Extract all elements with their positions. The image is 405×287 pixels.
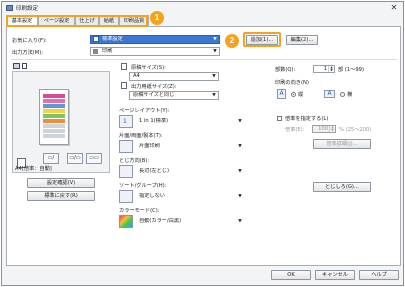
- window-title: 印刷設定: [16, 6, 39, 12]
- confirm-settings-button[interactable]: 設定確認(V): [27, 178, 95, 188]
- scaling-stepper[interactable]: 100 ▲ ▼: [312, 125, 336, 133]
- chevron-down-icon: ▼: [213, 37, 217, 42]
- scaling-checkbox[interactable]: [277, 116, 282, 121]
- chevron-down-icon: ▼: [238, 119, 242, 124]
- tab-finishing[interactable]: 仕上げ: [75, 15, 99, 26]
- close-icon[interactable]: ✕: [388, 3, 400, 12]
- favorite-label: お気に入り(F):: [12, 38, 47, 44]
- portrait-icon: A: [277, 89, 286, 99]
- binding-margin-button[interactable]: とじしろ(G)...: [313, 182, 371, 192]
- sort-value: 指定しない: [139, 193, 165, 199]
- chevron-down-icon: ▼: [212, 93, 216, 98]
- tab-paper-source[interactable]: 給紙: [99, 15, 119, 26]
- color-mode-label: カラーモード(C):: [119, 208, 160, 214]
- layout-1-icon[interactable]: ▭/: [43, 153, 59, 164]
- ok-button[interactable]: OK: [271, 270, 311, 280]
- printer-icon: [6, 5, 13, 11]
- binding-icon: [119, 165, 133, 178]
- print-icon: [93, 49, 98, 54]
- copies-stepper[interactable]: 1 ▲ ▼: [313, 65, 335, 73]
- preview-page-icon[interactable]: [22, 63, 27, 69]
- chevron-down-icon: ▼: [238, 219, 242, 224]
- landscape-radio[interactable]: [340, 92, 345, 97]
- print-settings-window: 印刷設定 ✕ 基本設定 ページ設定 仕上げ 給紙 印刷品質 1 お気に入り(F)…: [1, 1, 404, 286]
- original-size-select[interactable]: A4 ▼: [129, 72, 219, 81]
- duplex-select[interactable]: 片面印刷 ▼: [135, 142, 245, 151]
- output-method-select[interactable]: 印刷 ▼: [90, 47, 220, 56]
- portrait-radio[interactable]: [291, 92, 296, 97]
- binding-value: 長辺(左とじ): [139, 168, 169, 174]
- orientation-label: 印刷の向き(N): [275, 80, 309, 86]
- output-paper-value: 原稿サイズと同じ: [133, 92, 175, 98]
- basic-settings-panel: お気に入り(F): 標準設定 ▼ 追加(1)... 編集(2)... 2 出力方…: [6, 26, 401, 266]
- divider: [11, 59, 397, 60]
- layout-icon: 1: [119, 115, 133, 128]
- chevron-down-icon: ▼: [238, 194, 242, 199]
- tab-basic[interactable]: 基本設定: [6, 15, 38, 27]
- sort-select[interactable]: 指定しない ▼: [135, 192, 245, 201]
- output-paper-icon: [121, 82, 127, 89]
- original-size-value: A4: [133, 73, 140, 79]
- scaling-sub-label: 倍率(E):: [285, 127, 305, 133]
- page-layout-label: ページレイアウト(Y):: [119, 108, 170, 114]
- landscape-label: 横: [347, 92, 353, 98]
- sort-label: ソート/グループ(H):: [119, 183, 167, 189]
- scaling-detail-button[interactable]: 倍率詳細(J)...: [313, 139, 371, 149]
- preview-page: [39, 89, 69, 145]
- help-button[interactable]: ヘルプ: [359, 270, 399, 280]
- chevron-down-icon: ▼: [212, 74, 216, 79]
- scaling-value: 100: [318, 126, 328, 132]
- scaling-unit: % (25〜200): [339, 127, 372, 133]
- tab-page-setup[interactable]: ページ設定: [38, 15, 75, 26]
- landscape-icon: A: [324, 90, 335, 98]
- portrait-label: 縦: [298, 92, 304, 98]
- duplex-icon: [119, 140, 133, 153]
- output-paper-select[interactable]: 原稿サイズと同じ ▼: [129, 91, 219, 100]
- duplex-label: 片面/両面/製本(T):: [119, 133, 163, 139]
- copies-unit: 部 (1〜99): [338, 67, 364, 73]
- stepper-arrows-icon[interactable]: ▲ ▼: [328, 66, 334, 72]
- chevron-down-icon: ▼: [238, 169, 242, 174]
- color-mode-value: 自動(カラー/白黒): [139, 218, 182, 224]
- copies-label: 部数(Q):: [275, 67, 296, 73]
- output-paper-label: 出力用紙サイズ(Z):: [131, 84, 177, 90]
- output-method-label: 出力方法(M):: [12, 50, 44, 56]
- scaling-checkbox-label: 倍率を指定する(L): [285, 116, 329, 122]
- binding-select[interactable]: 長辺(左とじ) ▼: [135, 167, 245, 176]
- chevron-down-icon: ▼: [238, 144, 242, 149]
- tab-print-quality[interactable]: 印刷品質: [119, 15, 149, 26]
- page-layout-value: 1 in 1(標準): [139, 118, 169, 124]
- cancel-button[interactable]: キャンセル: [315, 270, 355, 280]
- favorite-icon: [93, 36, 99, 42]
- chevron-down-icon: ▼: [213, 49, 217, 54]
- paper-icon: [121, 63, 127, 70]
- edit-favorite-button[interactable]: 編集(2)...: [286, 35, 318, 45]
- color-mode-icon: [119, 215, 133, 228]
- layout-3-icon[interactable]: ▭▭: [86, 153, 102, 164]
- callout-badge-2: 2: [225, 34, 239, 48]
- original-size-label: 原稿サイズ(S):: [131, 65, 166, 71]
- duplex-value: 片面印刷: [139, 143, 160, 149]
- page-layout-select[interactable]: 1 in 1(標準) ▼: [135, 117, 245, 126]
- preview-mode-icon[interactable]: [13, 63, 20, 69]
- copies-value: 1: [323, 66, 327, 72]
- restore-defaults-button[interactable]: 標準に戻す(R): [27, 191, 95, 201]
- add-favorite-button[interactable]: 追加(1)...: [246, 35, 278, 45]
- title-bar: 印刷設定 ✕: [2, 2, 403, 14]
- preview-caption: A4[倍率：自動]: [15, 166, 52, 172]
- sort-icon: [119, 190, 133, 203]
- binding-label: とじ方向(B):: [119, 158, 150, 164]
- stepper-arrows-icon[interactable]: ▲ ▼: [329, 126, 335, 132]
- color-mode-select[interactable]: 自動(カラー/白黒) ▼: [135, 217, 245, 226]
- callout-badge-1: 1: [150, 11, 164, 25]
- favorite-select[interactable]: 標準設定 ▼: [90, 35, 220, 44]
- layout-2-icon[interactable]: ▭/▭: [67, 153, 83, 164]
